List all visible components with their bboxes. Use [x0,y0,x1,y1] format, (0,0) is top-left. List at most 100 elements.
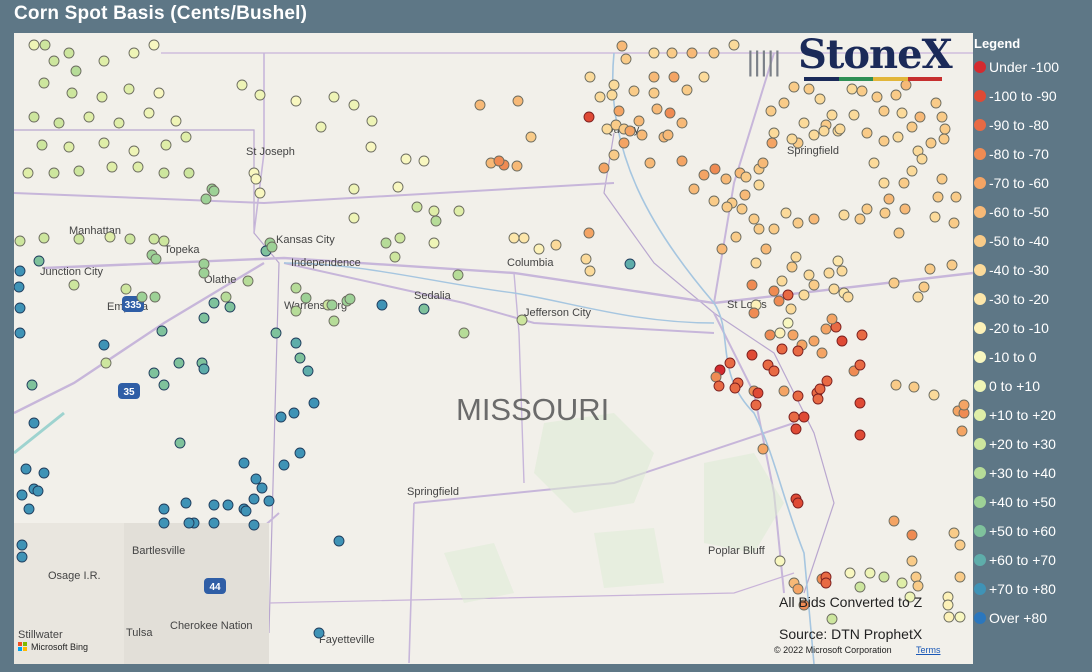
bid-point[interactable] [512,95,524,107]
bid-point[interactable] [302,365,314,377]
bid-point[interactable] [28,417,40,429]
bid-point[interactable] [879,207,891,219]
bid-point[interactable] [792,497,804,509]
bid-point[interactable] [344,293,356,305]
bid-point[interactable] [240,505,252,517]
bid-point[interactable] [750,257,762,269]
bid-point[interactable] [174,437,186,449]
bid-point[interactable] [798,117,810,129]
bid-point[interactable] [328,91,340,103]
bid-point[interactable] [493,155,505,167]
bid-point[interactable] [594,91,606,103]
bid-point[interactable] [768,285,780,297]
bid-point[interactable] [943,611,955,623]
bid-point[interactable] [148,367,160,379]
bid-point[interactable] [899,203,911,215]
map-canvas[interactable]: St JosephKansas CityIndependenceManhatta… [14,33,973,664]
bid-point[interactable] [713,380,725,392]
bid-point[interactable] [748,213,760,225]
bid-point[interactable] [290,95,302,107]
bid-point[interactable] [458,327,470,339]
bid-point[interactable] [906,165,918,177]
bid-point[interactable] [333,535,345,547]
bid-point[interactable] [238,457,250,469]
bid-point[interactable] [938,133,950,145]
bid-point[interactable] [148,39,160,51]
bid-point[interactable] [584,265,596,277]
bid-point[interactable] [633,115,645,127]
bid-point[interactable] [820,577,832,589]
bid-point[interactable] [73,233,85,245]
bid-point[interactable] [787,329,799,341]
bid-point[interactable] [278,459,290,471]
bid-point[interactable] [739,189,751,201]
bid-point[interactable] [948,527,960,539]
bid-point[interactable] [208,185,220,197]
bid-point[interactable] [516,314,528,326]
bid-point[interactable] [14,235,26,247]
bid-point[interactable] [838,209,850,221]
bid-point[interactable] [757,157,769,169]
bid-point[interactable] [792,345,804,357]
bid-point[interactable] [676,117,688,129]
bid-point[interactable] [180,131,192,143]
bid-point[interactable] [948,217,960,229]
bid-point[interactable] [698,169,710,181]
bid-point[interactable] [38,77,50,89]
bid-point[interactable] [766,137,778,149]
bid-point[interactable] [208,297,220,309]
bid-point[interactable] [834,123,846,135]
bid-point[interactable] [854,213,866,225]
bid-point[interactable] [729,382,741,394]
bid-point[interactable] [792,583,804,595]
bid-point[interactable] [290,305,302,317]
bid-point[interactable] [411,201,423,213]
bid-point[interactable] [776,343,788,355]
bid-point[interactable] [828,283,840,295]
bid-point[interactable] [832,255,844,267]
bid-point[interactable] [14,281,25,293]
bid-point[interactable] [753,223,765,235]
bid-point[interactable] [854,359,866,371]
bid-point[interactable] [153,87,165,99]
bid-point[interactable] [708,47,720,59]
bid-point[interactable] [474,99,486,111]
bid-point[interactable] [861,203,873,215]
bid-point[interactable] [782,289,794,301]
bid-point[interactable] [883,193,895,205]
bid-point[interactable] [158,379,170,391]
bid-point[interactable] [160,139,172,151]
bid-point[interactable] [68,279,80,291]
bid-point[interactable] [740,171,752,183]
bid-point[interactable] [910,571,922,583]
bid-point[interactable] [798,289,810,301]
bid-point[interactable] [768,223,780,235]
bid-point[interactable] [826,613,838,625]
bid-point[interactable] [430,215,442,227]
bid-point[interactable] [956,425,968,437]
bid-point[interactable] [916,153,928,165]
bid-point[interactable] [624,258,636,270]
bid-point[interactable] [584,71,596,83]
bid-point[interactable] [294,352,306,364]
bid-point[interactable] [128,145,140,157]
bid-point[interactable] [366,115,378,127]
bid-point[interactable] [808,213,820,225]
bid-point[interactable] [803,269,815,281]
bid-point[interactable] [242,275,254,287]
bid-point[interactable] [198,363,210,375]
bid-point[interactable] [808,335,820,347]
bid-point[interactable] [170,115,182,127]
bid-point[interactable] [23,503,35,515]
bid-point[interactable] [888,515,900,527]
bid-point[interactable] [270,327,282,339]
bid-point[interactable] [148,233,160,245]
bid-point[interactable] [263,495,275,507]
bid-point[interactable] [348,99,360,111]
bid-point[interactable] [946,259,958,271]
bid-point[interactable] [890,89,902,101]
bid-point[interactable] [28,111,40,123]
bid-point[interactable] [906,555,918,567]
bid-point[interactable] [313,627,325,639]
bid-point[interactable] [389,251,401,263]
